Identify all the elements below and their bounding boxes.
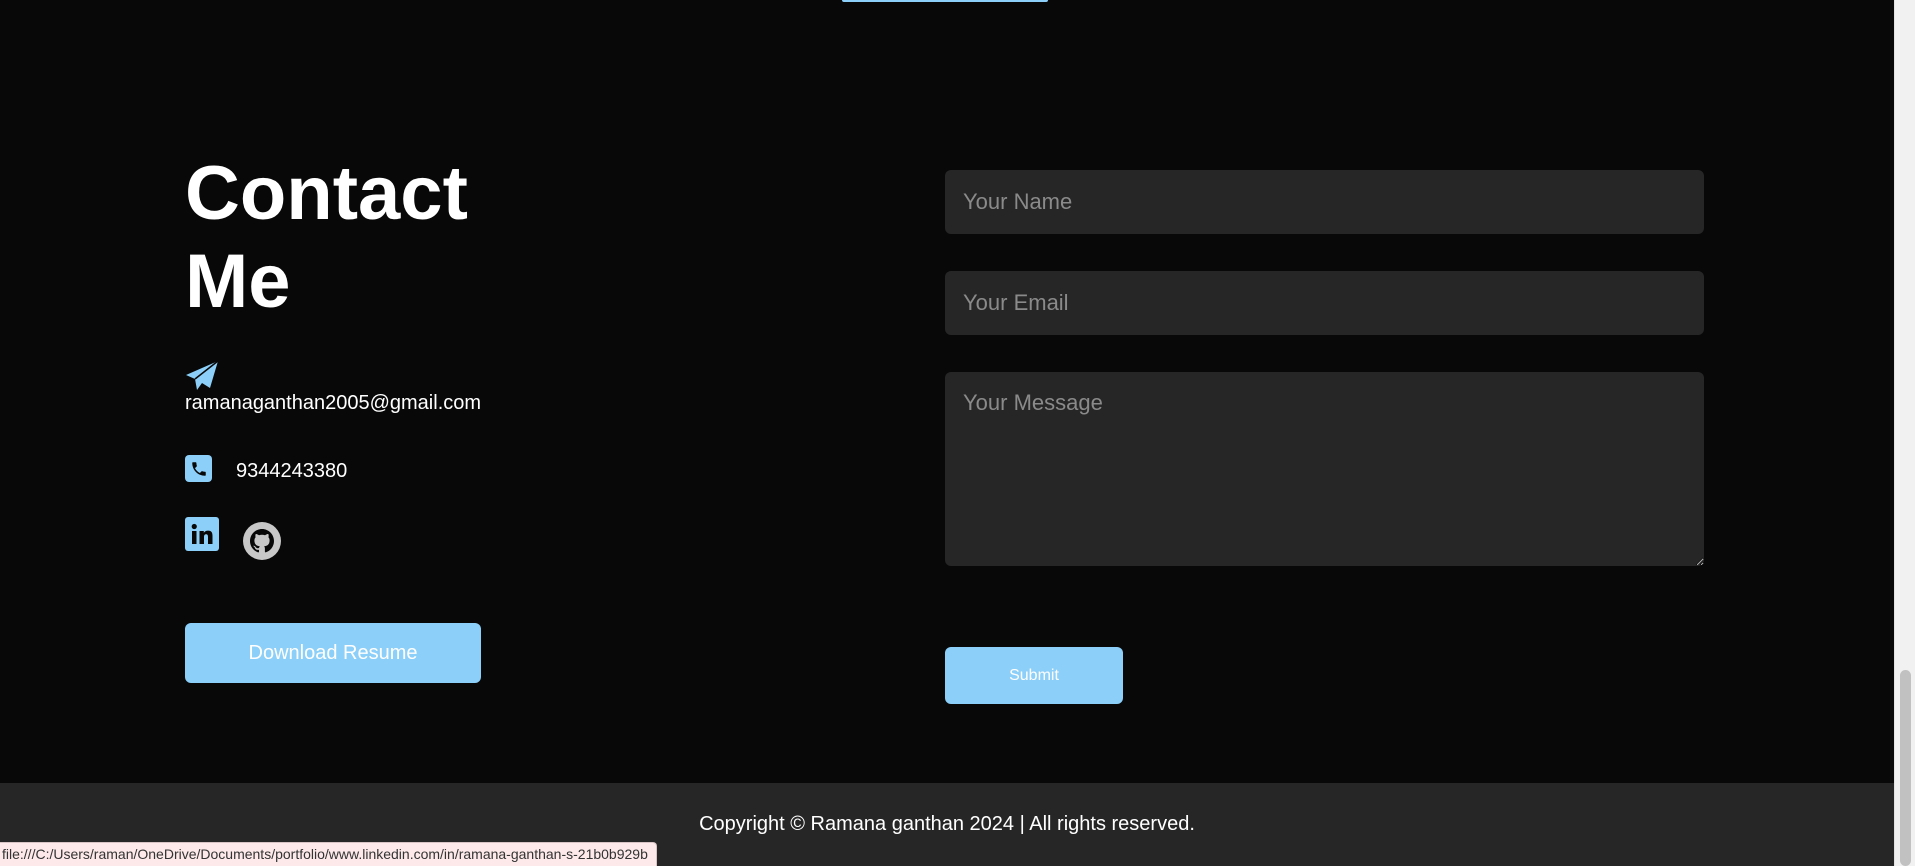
vertical-scrollbar[interactable]	[1894, 0, 1915, 866]
contact-section: Contact Me ramanaganthan2005@gmail.com 9…	[0, 0, 1894, 783]
page: Contact Me ramanaganthan2005@gmail.com 9…	[0, 0, 1915, 866]
phone-contact: 9344243380	[185, 454, 347, 483]
phone-icon	[185, 455, 212, 482]
social-links	[185, 517, 281, 560]
name-field[interactable]	[945, 170, 1704, 234]
email-field[interactable]	[945, 271, 1704, 335]
section-divider-accent	[842, 0, 1048, 2]
paper-plane-icon	[186, 360, 219, 390]
linkedin-icon[interactable]	[185, 517, 219, 551]
phone-number: 9344243380	[236, 460, 348, 482]
page-title: Contact Me	[185, 151, 468, 324]
github-icon[interactable]	[243, 522, 281, 560]
message-field[interactable]	[945, 372, 1704, 566]
copyright-text: Copyright © Ramana ganthan 2024 | All ri…	[699, 813, 1195, 835]
scrollbar-thumb[interactable]	[1900, 670, 1911, 866]
email-text[interactable]: ramanaganthan2005@gmail.com	[185, 392, 481, 415]
submit-button[interactable]: Submit	[945, 647, 1123, 704]
link-status-bar: file:///C:/Users/raman/OneDrive/Document…	[0, 842, 657, 866]
email-contact: ramanaganthan2005@gmail.com	[185, 360, 481, 414]
download-resume-button[interactable]: Download Resume	[185, 623, 481, 683]
